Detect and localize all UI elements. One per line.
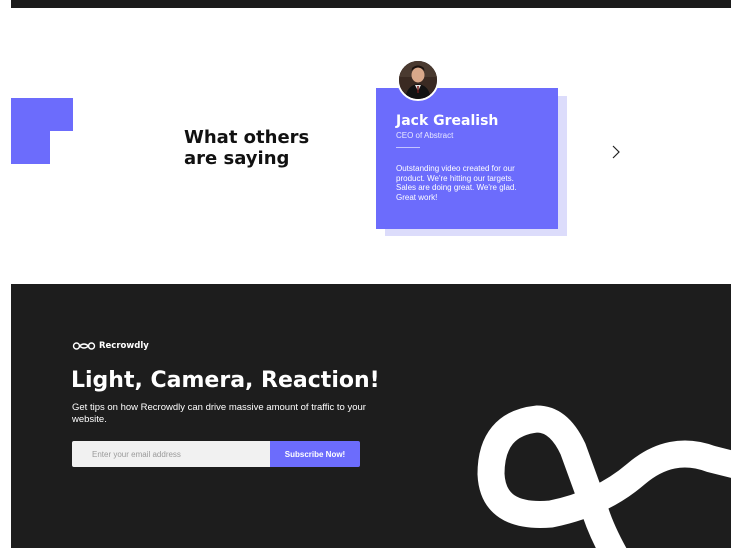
reviewer-avatar [397, 59, 439, 101]
large-brand-mark-icon [477, 405, 731, 548]
decorative-shape [11, 98, 73, 164]
footer-title: Light, Camera, Reaction! [71, 368, 380, 393]
testimonials-section: What others are saying Jack Grealish CEO… [11, 8, 731, 284]
subscribe-button[interactable]: Subscribe Now! [270, 441, 360, 467]
avatar-portrait [399, 61, 437, 99]
next-testimonial-button[interactable] [608, 143, 624, 161]
testimonial-card: Jack Grealish CEO of Abstract Outstandin… [376, 88, 558, 229]
top-dark-strip [11, 0, 731, 8]
email-input[interactable] [72, 441, 270, 467]
testimonial-quote: Outstanding video created for our produc… [396, 164, 517, 202]
footer-subtitle: Get tips on how Recrowdly can drive mass… [72, 402, 366, 425]
brand-logo[interactable]: Recrowdly [72, 341, 149, 351]
logo-text: Recrowdly [99, 341, 149, 351]
reviewer-name: Jack Grealish [396, 113, 499, 129]
reviewer-role: CEO of Abstract [396, 131, 454, 140]
section-heading: What others are saying [184, 127, 310, 169]
newsletter-footer: Recrowdly Light, Camera, Reaction! Get t… [11, 284, 731, 548]
chevron-right-icon [612, 145, 620, 159]
card-divider [396, 147, 420, 148]
infinity-logo-icon [72, 342, 96, 350]
